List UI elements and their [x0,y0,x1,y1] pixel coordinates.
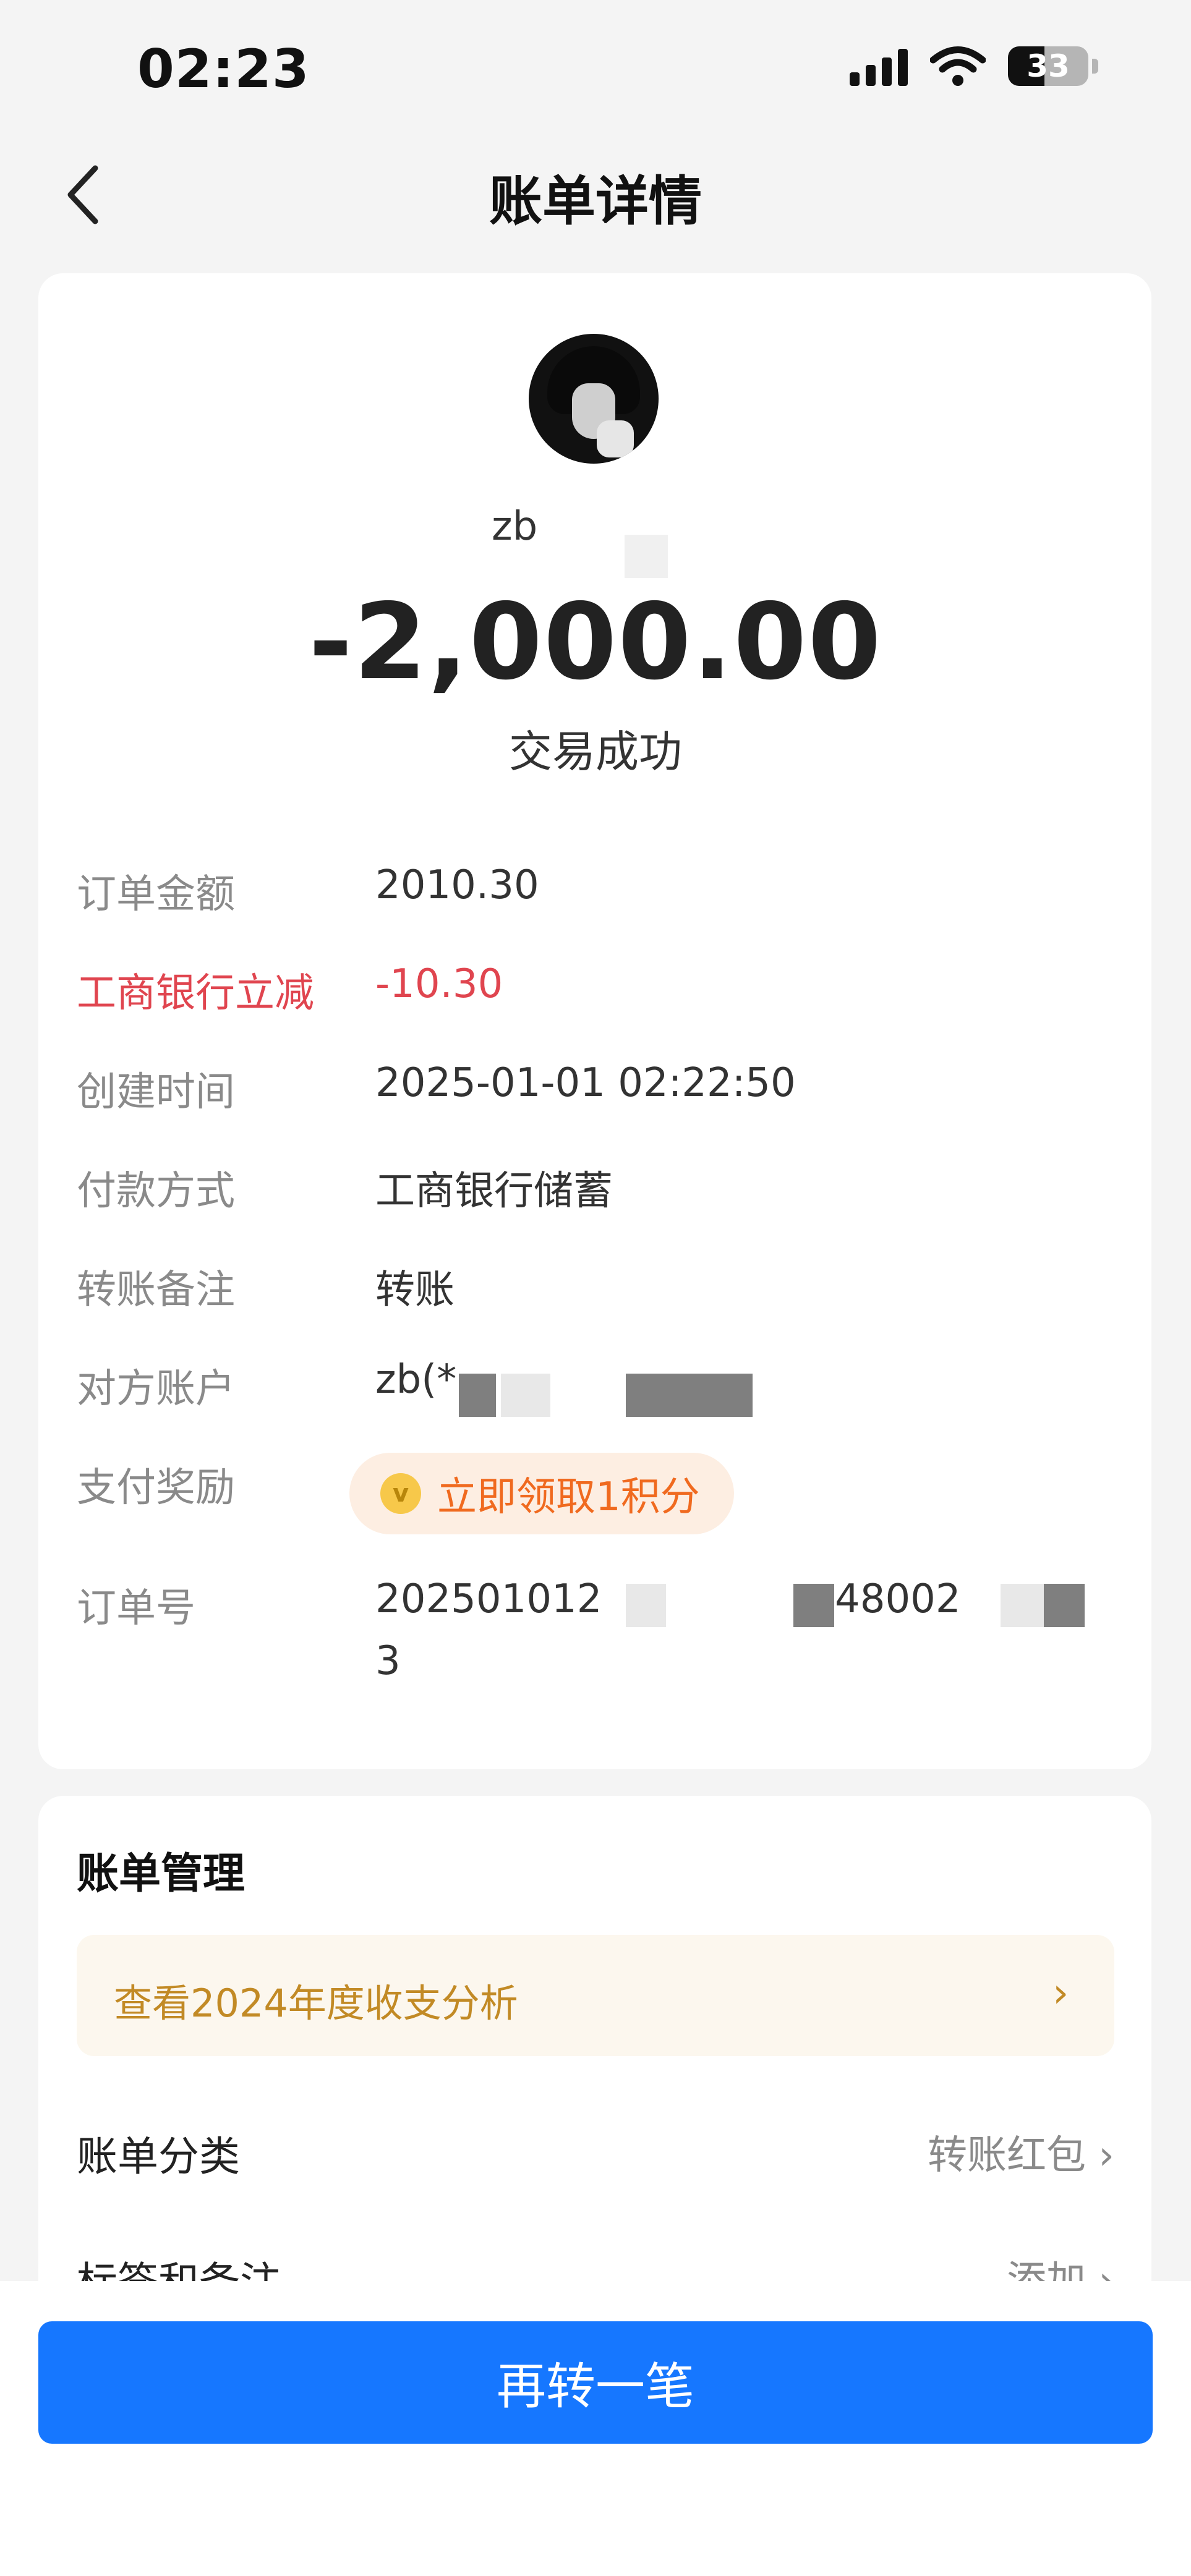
battery-level: 33 [1027,48,1070,84]
status-time: 02:23 [137,38,310,100]
order-amount-label: 订单金额 [77,872,235,917]
reward-label: 支付奖励 [77,1465,235,1511]
counterparty-label: 对方账户 [77,1366,235,1412]
claim-points-label: 立即领取1积分 [437,1474,700,1520]
redaction-mask [459,1374,496,1417]
transaction-amount: -2,000.00 [309,581,882,704]
discount-label: 工商银行立减 [77,971,314,1016]
payee-name: zb [492,504,538,550]
transfer-again-button[interactable]: 再转一笔 [38,2321,1153,2444]
redaction-mask [626,1584,666,1627]
discount-value: -10.30 [375,961,503,1007]
points-coin-icon: v [380,1473,421,1514]
signal-icon [850,46,908,86]
redaction-mask [793,1584,834,1627]
order-number-part-a: 202501012 [375,1576,602,1622]
battery-icon: 33 [1008,46,1088,86]
payment-method-label: 付款方式 [77,1168,235,1214]
payment-method-value: 工商银行储蓄 [375,1168,613,1214]
redaction-mask [626,1374,753,1417]
annual-analysis-label: 查看2024年度收支分析 [114,1981,518,2026]
created-time-value: 2025-01-01 02:22:50 [375,1060,796,1106]
chevron-right-icon: › [1052,1969,1069,2017]
claim-points-button[interactable]: v 立即领取1积分 [349,1453,734,1534]
wifi-icon [930,46,986,86]
bill-category-value[interactable]: 转账红包 › [928,2123,1114,2180]
bill-category-label: 账单分类 [77,2133,240,2180]
bill-management-title: 账单管理 [77,1850,245,1898]
page-title: 账单详情 [489,171,702,232]
redaction-mask [1044,1584,1085,1627]
status-icons: 33 [850,45,1098,88]
transfer-remark-value: 转账 [375,1267,455,1313]
transfer-remark-label: 转账备注 [77,1267,235,1313]
transaction-status: 交易成功 [509,726,682,777]
order-number-part-c: 3 [375,1638,401,1684]
redaction-mask [625,535,668,578]
payee-avatar[interactable] [529,334,659,464]
redaction-mask [1001,1584,1044,1627]
bill-detail-card [38,273,1151,1769]
chevron-right-icon: › [1098,2133,1114,2179]
order-number-label: 订单号 [77,1586,195,1631]
redaction-mask [501,1374,550,1417]
created-time-label: 创建时间 [77,1069,235,1115]
order-number-part-b: 48002 [835,1576,961,1622]
order-amount-value: 2010.30 [375,862,539,908]
counterparty-value: zb(* [375,1357,457,1403]
bill-category-text: 转账红包 [928,2133,1086,2179]
